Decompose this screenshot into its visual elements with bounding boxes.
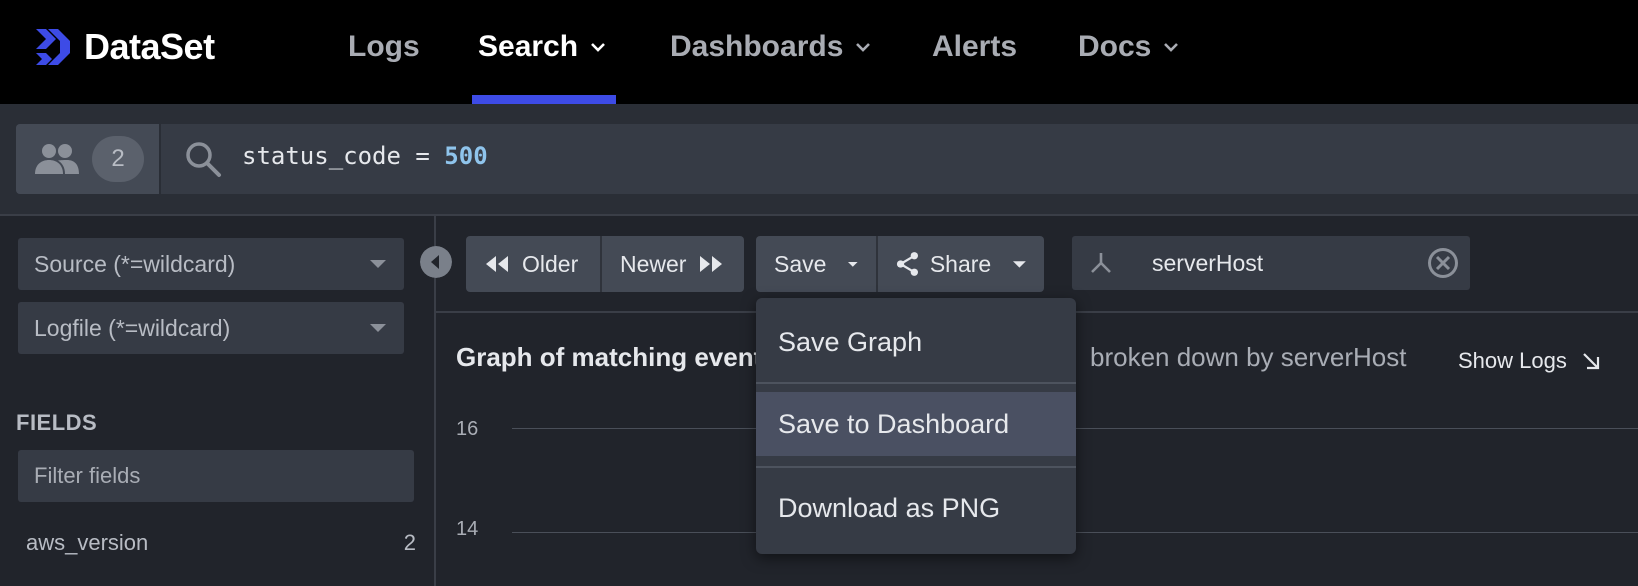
nav-logs-label: Logs xyxy=(348,30,420,63)
sidebar: Source (*=wildcard) Logfile (*=wildcard)… xyxy=(0,216,434,586)
rewind-icon xyxy=(486,256,508,272)
source-select-placeholder: Source (*=wildcard) xyxy=(34,251,236,277)
chevron-down-icon xyxy=(856,43,871,52)
menu-divider xyxy=(756,382,1076,384)
save-graph-item[interactable]: Save Graph xyxy=(756,310,1076,374)
arrow-down-right-icon xyxy=(1583,353,1599,370)
chevron-down-icon xyxy=(591,43,605,52)
breakdown-field-value: serverHost xyxy=(1152,250,1264,276)
fields-heading: FIELDS xyxy=(16,410,98,435)
nav-alerts[interactable]: Alerts xyxy=(932,30,1017,64)
collapse-sidebar-button[interactable] xyxy=(420,246,452,278)
source-select[interactable]: Source (*=wildcard) xyxy=(18,238,404,290)
save-label: Save xyxy=(774,250,827,277)
menu-divider xyxy=(756,466,1076,468)
caret-down-icon xyxy=(848,261,858,267)
graph-subtitle: broken down by serverHost xyxy=(1090,342,1407,372)
fast-forward-icon xyxy=(700,256,723,272)
filter-fields-input[interactable] xyxy=(18,450,414,502)
time-nav-group: Older Newer xyxy=(466,236,744,292)
save-to-dashboard-item[interactable]: Save to Dashboard xyxy=(756,392,1076,456)
nav-docs[interactable]: Docs xyxy=(1078,30,1179,64)
y-axis-tick: 14 xyxy=(456,518,479,540)
graph-title: Graph of matching events xyxy=(456,342,777,372)
fork-icon xyxy=(1091,253,1111,273)
nav-search[interactable]: Search xyxy=(478,30,606,64)
logfile-select[interactable]: Logfile (*=wildcard) xyxy=(18,302,404,354)
share-icon xyxy=(896,252,918,276)
breakdown-field-input[interactable]: serverHost xyxy=(1072,236,1470,290)
newer-button[interactable]: Newer xyxy=(600,236,744,292)
clear-icon[interactable] xyxy=(1426,246,1460,280)
download-png-item[interactable]: Download as PNG xyxy=(756,476,1076,540)
users-icon xyxy=(35,144,79,174)
nav-alerts-label: Alerts xyxy=(932,30,1018,63)
nav-docs-label: Docs xyxy=(1078,30,1152,63)
save-share-group: Save Share xyxy=(756,236,1044,292)
query-expression: status_code = xyxy=(242,142,445,170)
y-axis-tick: 16 xyxy=(456,418,479,440)
save-button[interactable]: Save xyxy=(756,236,876,292)
field-item[interactable]: aws_version 2 xyxy=(26,530,416,556)
dataset-logo-icon xyxy=(36,29,70,65)
query-value: 500 xyxy=(444,142,488,170)
top-nav: DataSet Logs Search Dashboards Alerts Do… xyxy=(0,0,1638,104)
nav-logs[interactable]: Logs xyxy=(348,30,420,64)
caret-down-icon xyxy=(370,324,386,332)
query-container: 2 status_code = 500 xyxy=(16,124,1638,194)
older-button[interactable]: Older xyxy=(466,236,600,292)
nav-search-label: Search xyxy=(478,30,579,63)
share-label: Share xyxy=(929,250,992,277)
newer-label: Newer xyxy=(620,250,687,277)
chevron-down-icon xyxy=(1164,43,1179,52)
active-tab-indicator xyxy=(472,95,616,104)
nav-dashboards[interactable]: Dashboards xyxy=(670,30,871,64)
query-input[interactable]: status_code = 500 xyxy=(242,142,488,170)
save-menu: Save Graph Save to Dashboard Download as… xyxy=(756,298,1076,554)
show-logs-button[interactable]: Show Logs xyxy=(1458,348,1601,374)
share-button[interactable]: Share xyxy=(876,236,1044,292)
query-bar: 2 status_code = 500 xyxy=(0,104,1638,216)
caret-down-icon xyxy=(1013,261,1026,268)
field-name: aws_version xyxy=(26,530,149,555)
logo[interactable]: DataSet xyxy=(34,26,215,68)
caret-down-icon xyxy=(370,260,386,268)
older-label: Older xyxy=(522,250,579,277)
search-icon xyxy=(186,142,221,177)
viewers-button[interactable]: 2 xyxy=(16,124,161,194)
app-name: DataSet xyxy=(84,26,215,67)
show-logs-label: Show Logs xyxy=(1458,348,1567,373)
field-count: 2 xyxy=(403,530,416,555)
viewer-count-badge: 2 xyxy=(92,136,144,182)
logfile-select-placeholder: Logfile (*=wildcard) xyxy=(34,315,231,341)
nav-dashboards-label: Dashboards xyxy=(670,30,844,63)
